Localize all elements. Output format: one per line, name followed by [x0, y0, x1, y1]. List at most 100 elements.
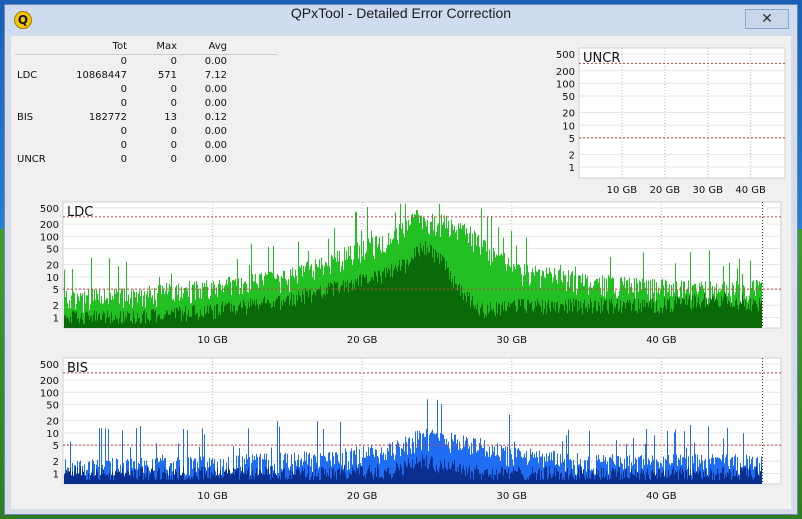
data-bar [753, 479, 754, 484]
data-bar [294, 474, 295, 484]
data-bar [408, 458, 409, 484]
data-bar [597, 474, 598, 484]
data-bar [460, 295, 461, 328]
data-bar [618, 311, 619, 328]
data-bar [726, 297, 727, 328]
y-tick-label: 2 [53, 301, 59, 312]
data-bar [387, 467, 388, 484]
data-bar [164, 468, 165, 484]
data-bar [369, 465, 370, 484]
data-bar [572, 312, 573, 328]
data-bar [732, 307, 733, 328]
data-bar [334, 475, 335, 484]
data-bar [439, 263, 440, 328]
data-bar [117, 472, 118, 484]
data-bar [237, 311, 238, 328]
data-bar [165, 473, 166, 484]
data-bar [171, 475, 172, 484]
data-bar [428, 468, 429, 484]
data-bar [120, 474, 121, 484]
data-bar [161, 478, 162, 484]
data-bar [699, 304, 700, 328]
data-bar [553, 473, 554, 484]
title-bar[interactable]: Q QPxTool - Detailed Error Correction ✕ [5, 5, 797, 35]
data-bar [465, 476, 466, 484]
data-bar [360, 274, 361, 328]
data-bar [316, 476, 317, 484]
data-bar [98, 478, 99, 484]
data-bar [715, 299, 716, 328]
data-bar [330, 282, 331, 328]
data-bar [128, 471, 129, 484]
data-bar [690, 307, 691, 328]
data-bar [379, 270, 380, 328]
data-bar [626, 468, 627, 484]
data-bar [648, 306, 649, 328]
data-bar [131, 321, 132, 328]
data-bar [187, 479, 188, 484]
data-bar [227, 303, 228, 328]
data-bar [221, 304, 222, 328]
data-bar [624, 302, 625, 328]
data-bar [163, 318, 164, 328]
data-bar [126, 318, 127, 328]
data-bar [562, 479, 563, 484]
data-bar [471, 470, 472, 484]
data-bar [105, 322, 106, 328]
data-bar [431, 245, 432, 328]
data-bar [273, 473, 274, 484]
data-bar [326, 476, 327, 484]
BIS-chart-svg: 50020010050201052110 GB 20 GB 30 GB 40 GBBI… [40, 357, 782, 502]
data-bar [230, 475, 231, 484]
data-bar [628, 302, 629, 328]
data-bar [532, 310, 533, 328]
close-button[interactable]: ✕ [745, 9, 789, 29]
data-bar [343, 280, 344, 328]
data-bar [500, 315, 501, 328]
data-bar [306, 291, 307, 328]
data-bar [546, 313, 547, 328]
data-bar [523, 476, 524, 484]
data-bar [237, 468, 238, 484]
data-bar [724, 478, 725, 484]
data-bar [94, 310, 95, 328]
data-bar [754, 477, 755, 484]
data-bar [685, 304, 686, 328]
data-bar [210, 304, 211, 328]
data-bar [457, 290, 458, 328]
data-bar [409, 462, 410, 484]
data-bar [718, 473, 719, 484]
data-bar [233, 467, 234, 484]
data-bar [109, 316, 110, 328]
data-bar [549, 466, 550, 484]
data-bar [493, 308, 494, 328]
data-bar [88, 473, 89, 484]
data-bar [121, 472, 122, 484]
data-bar [392, 277, 393, 328]
data-bar [147, 318, 148, 328]
stats-cell-avg: 0.00 [204, 126, 227, 137]
data-bar [109, 472, 110, 484]
data-bar [735, 475, 736, 484]
data-bar [219, 477, 220, 484]
data-bar [701, 477, 702, 484]
data-bar [723, 297, 724, 328]
data-bar [573, 298, 574, 328]
data-bar [249, 479, 250, 484]
data-bar [396, 268, 397, 328]
data-bar [209, 306, 210, 328]
data-bar [173, 470, 174, 484]
data-bar [612, 467, 613, 484]
data-bar [692, 478, 693, 484]
data-bar [660, 477, 661, 484]
data-bar [334, 281, 335, 328]
data-bar [304, 468, 305, 484]
data-bar [700, 307, 701, 328]
data-bar [360, 466, 361, 484]
data-bar [144, 474, 145, 484]
data-bar [673, 309, 674, 328]
data-bar [171, 309, 172, 328]
data-bar [82, 469, 83, 484]
y-tick-label: 10 [46, 429, 59, 440]
stats-cell-tot: 0 [120, 154, 127, 165]
